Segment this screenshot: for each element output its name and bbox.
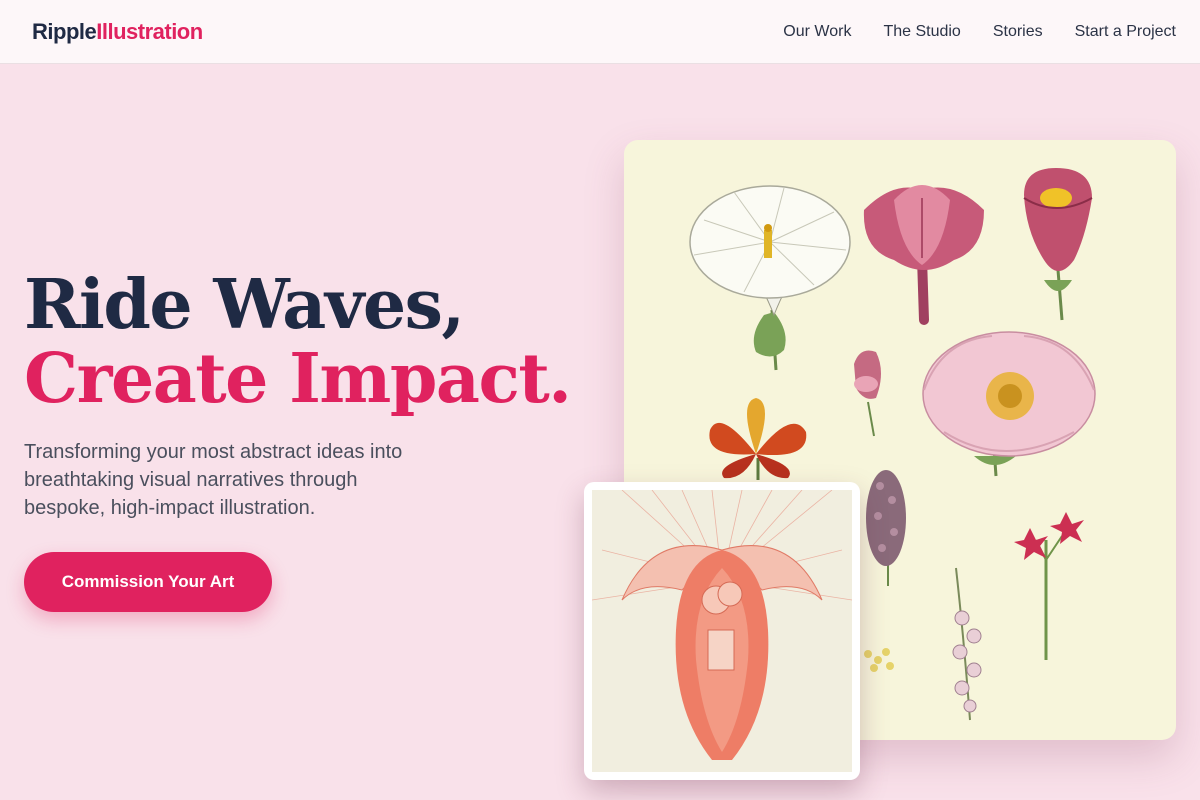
purple-flower-spike <box>866 470 906 586</box>
hero-title: Ride Waves, Create Impact. <box>24 268 584 416</box>
commission-your-art-button[interactable]: Commission Your Art <box>24 552 272 612</box>
red-star-flowers <box>1014 512 1084 660</box>
nav-link-our-work[interactable]: Our Work <box>783 23 851 41</box>
orange-red-flower <box>709 398 807 480</box>
pink-tulip-flower <box>863 185 984 325</box>
top-navbar: RippleIllustration Our Work The Studio S… <box>0 0 1200 64</box>
white-trumpet-flower <box>689 185 851 371</box>
nav-link-stories[interactable]: Stories <box>993 23 1043 41</box>
angel-illustration-frame <box>592 490 852 772</box>
nav-link-start-a-project[interactable]: Start a Project <box>1075 23 1176 41</box>
main-nav: Our Work The Studio Stories Start a Proj… <box>783 23 1176 41</box>
hero-title-line1: Ride Waves, <box>24 265 465 345</box>
angel-illustration-card <box>584 482 860 780</box>
angel-illustration <box>592 490 852 760</box>
small-pink-bud <box>854 350 881 437</box>
nav-link-the-studio[interactable]: The Studio <box>883 23 960 41</box>
snapdragon-flower <box>1023 168 1093 321</box>
hero-text: Ride Waves, Create Impact. Transforming … <box>24 268 584 522</box>
yellow-flower-cluster <box>864 648 894 672</box>
brand-name-part1: Ripple <box>32 18 97 44</box>
hero-subtitle: Transforming your most abstract ideas in… <box>24 441 403 519</box>
wild-rose-flower <box>922 331 1096 477</box>
bell-flowers-stalk <box>952 567 982 721</box>
brand-logo[interactable]: RippleIllustration <box>32 19 203 45</box>
hero-title-line2: Create Impact. <box>24 339 572 419</box>
brand-name-part2: Illustration <box>96 18 203 44</box>
